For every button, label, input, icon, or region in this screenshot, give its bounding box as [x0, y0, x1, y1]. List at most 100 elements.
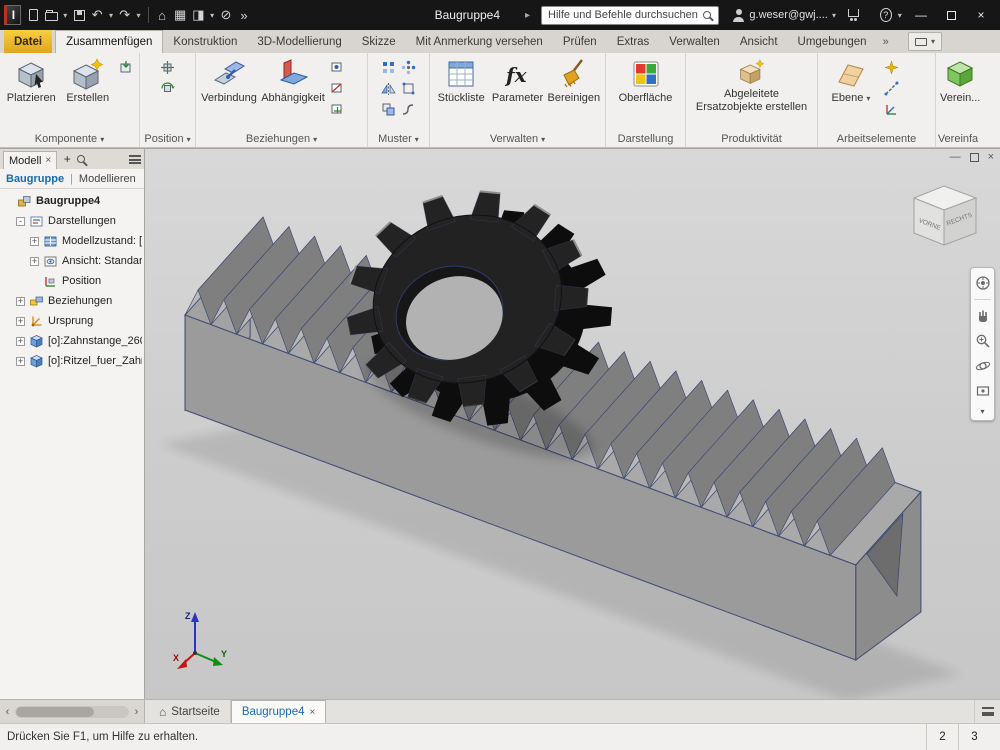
- stueckliste-button[interactable]: Stückliste: [434, 56, 488, 105]
- zoom-icon[interactable]: [974, 332, 992, 350]
- oberflaeche-button[interactable]: Oberfläche: [614, 56, 678, 105]
- expander-icon[interactable]: +: [16, 297, 25, 306]
- erstellen-button[interactable]: Erstellen: [61, 56, 116, 105]
- scrollbar-track[interactable]: [15, 706, 129, 718]
- maximize-button[interactable]: [936, 3, 966, 27]
- group-label-position[interactable]: Position▾: [140, 131, 195, 147]
- toolbar-overflow-icon[interactable]: »: [236, 5, 251, 25]
- navigation-wheel-icon[interactable]: [974, 274, 992, 292]
- scroll-right-icon[interactable]: ›: [130, 706, 143, 718]
- scrollbar-thumb[interactable]: [16, 707, 94, 717]
- tree-item-beziehungen[interactable]: + Beziehungen: [0, 291, 144, 311]
- browser-search-icon[interactable]: [77, 155, 85, 163]
- user-account-label[interactable]: g.weser@gwj....: [749, 9, 827, 21]
- browser-close-icon[interactable]: ×: [45, 155, 51, 166]
- expander-icon[interactable]: -: [16, 217, 25, 226]
- abhaengigkeit-button[interactable]: Abhängigkeit: [260, 56, 326, 105]
- help-dropdown-icon[interactable]: ▾: [897, 5, 903, 25]
- doc-minimize-icon[interactable]: —: [950, 151, 961, 163]
- tree-item-modellzustand[interactable]: + Modellzustand: [Pr: [0, 231, 144, 251]
- open-dropdown-icon[interactable]: ▾: [62, 5, 68, 25]
- undo-dropdown-icon[interactable]: ▾: [108, 5, 114, 25]
- circular-pattern-button[interactable]: [400, 58, 418, 76]
- tree-item-ansicht[interactable]: + Ansicht: Standard: [0, 251, 144, 271]
- search-icon[interactable]: [703, 11, 711, 19]
- subtab-baugruppe[interactable]: Baugruppe: [6, 173, 64, 185]
- verbindung-button[interactable]: Verbindung: [200, 56, 258, 105]
- tree-item-zahnstange[interactable]: + [o]:Zahnstange_2602: [0, 331, 144, 351]
- platzieren-button[interactable]: Platzieren: [4, 56, 59, 105]
- open-file-icon[interactable]: [44, 5, 59, 25]
- tree-item-position[interactable]: Position: [0, 271, 144, 291]
- material-icon[interactable]: ◨: [191, 5, 206, 25]
- expander-icon[interactable]: +: [16, 357, 25, 366]
- doc-restore-icon[interactable]: [970, 153, 979, 162]
- bereinigen-button[interactable]: Bereinigen: [547, 56, 601, 105]
- user-avatar-icon[interactable]: [732, 9, 742, 22]
- undo-icon[interactable]: ↶: [90, 5, 105, 25]
- expander-icon[interactable]: +: [30, 257, 39, 266]
- ribbon-display-toggle[interactable]: ▾: [908, 32, 942, 51]
- help-icon[interactable]: ?: [880, 8, 892, 22]
- search-input[interactable]: [541, 6, 719, 25]
- model-canvas[interactable]: [145, 149, 1000, 699]
- tab-3d-modellierung[interactable]: 3D-Modellierung: [247, 30, 351, 53]
- hide-constraints-button[interactable]: [328, 79, 346, 97]
- group-label-verwalten[interactable]: Verwalten▾: [430, 131, 605, 147]
- grip-snap-button[interactable]: [400, 79, 418, 97]
- tab-overflow-icon[interactable]: »: [877, 30, 895, 53]
- library-icon[interactable]: ▦: [173, 5, 188, 25]
- pan-hand-icon[interactable]: [974, 307, 992, 325]
- minimize-button[interactable]: —: [906, 3, 936, 27]
- group-label-arbeitselemente[interactable]: Arbeitselemente: [818, 131, 935, 147]
- tree-item-ursprung[interactable]: + Ursprung: [0, 311, 144, 331]
- new-file-icon[interactable]: [26, 5, 41, 25]
- group-label-muster[interactable]: Muster▾: [368, 131, 429, 147]
- store-cart-icon[interactable]: [848, 9, 859, 17]
- tab-pruefen[interactable]: Prüfen: [553, 30, 607, 53]
- doc-close-icon[interactable]: ×: [988, 151, 994, 163]
- degrees-of-freedom-button[interactable]: [328, 100, 346, 118]
- expander-icon[interactable]: +: [16, 317, 25, 326]
- subtab-modellieren[interactable]: Modellieren: [79, 173, 136, 185]
- ebene-button[interactable]: Ebene ▾: [822, 56, 880, 105]
- tab-startseite[interactable]: ⌂ Startseite: [149, 700, 231, 723]
- look-at-icon[interactable]: [974, 382, 992, 400]
- tab-verwalten[interactable]: Verwalten: [659, 30, 730, 53]
- bend-part-button[interactable]: [400, 100, 418, 118]
- tab-mit-anmerkung-versehen[interactable]: Mit Anmerkung versehen: [406, 30, 553, 53]
- browser-tab-modell[interactable]: Modell ×: [3, 151, 57, 169]
- mirror-component-button[interactable]: [380, 79, 398, 97]
- home-icon[interactable]: ⌂: [154, 5, 169, 25]
- no-render-icon[interactable]: ⊘: [218, 5, 233, 25]
- free-rotate-button[interactable]: [159, 79, 177, 97]
- tree-item-darstellungen[interactable]: - Darstellungen: [0, 211, 144, 231]
- show-constraints-button[interactable]: [328, 58, 346, 76]
- copy-component-button[interactable]: [380, 100, 398, 118]
- expander-icon[interactable]: +: [16, 337, 25, 346]
- tab-extras[interactable]: Extras: [607, 30, 660, 53]
- import-cad-button[interactable]: [117, 58, 135, 76]
- expander-icon[interactable]: [30, 277, 39, 286]
- group-label-vereinfachen[interactable]: Vereinfa: [936, 131, 980, 147]
- tab-zusammenfuegen[interactable]: Zusammenfügen: [55, 30, 163, 53]
- ucs-button[interactable]: [882, 100, 900, 118]
- viewcube[interactable]: VORNE RECHTS: [900, 181, 986, 253]
- tab-datei[interactable]: Datei: [4, 30, 52, 53]
- vereinfachen-button[interactable]: Verein...: [940, 56, 980, 105]
- group-label-beziehungen[interactable]: Beziehungen▾: [196, 131, 367, 147]
- orbit-icon[interactable]: [974, 357, 992, 375]
- tree-item-ritzel[interactable]: + [o]:Ritzel_fuer_Zahnst: [0, 351, 144, 371]
- expander-icon[interactable]: +: [30, 237, 39, 246]
- pattern-component-button[interactable]: [380, 58, 398, 76]
- work-point-button[interactable]: [882, 58, 900, 76]
- tree-item-root[interactable]: Baugruppe4: [0, 191, 144, 211]
- browser-add-icon[interactable]: +: [61, 152, 73, 166]
- docs-menu-button[interactable]: [974, 700, 1000, 723]
- app-logo[interactable]: I: [4, 5, 21, 25]
- navbar-more-icon[interactable]: ▾: [980, 407, 984, 416]
- redo-icon[interactable]: ↷: [117, 5, 132, 25]
- user-dropdown-icon[interactable]: ▾: [831, 5, 837, 25]
- expander-icon[interactable]: [4, 197, 13, 206]
- scroll-left-icon[interactable]: ‹: [1, 706, 14, 718]
